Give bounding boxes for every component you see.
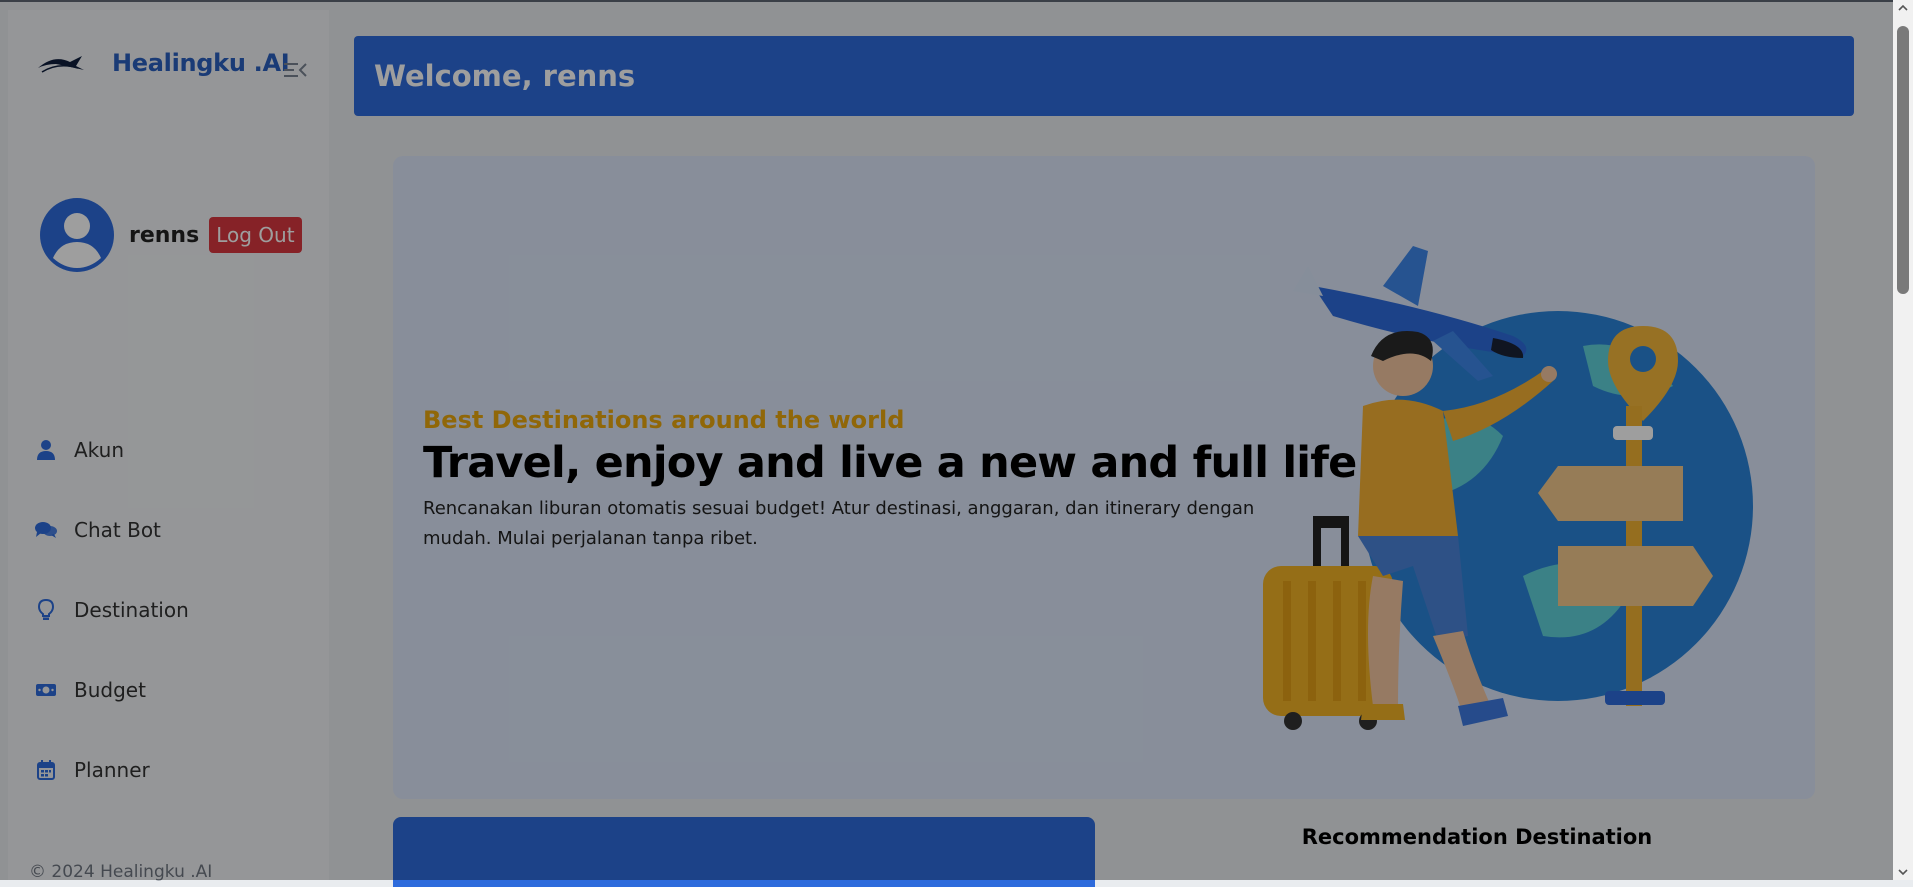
recommendation-title: Recommendation Destination [1301,825,1653,849]
sidebar-item-budget[interactable]: Budget [34,650,189,730]
money-icon [34,678,58,702]
hero-title: Travel, enjoy and live a new and full li… [423,438,1357,488]
main-content: Welcome, renns Best Destinations around … [329,10,1876,887]
sidebar: Healingku .AI renns Log Out Akun Chat Bo… [8,10,329,882]
scrollbar-thumb[interactable] [1897,26,1909,294]
destination-card[interactable] [393,817,1095,887]
calendar-icon [34,758,58,782]
sidebar-item-label: Akun [74,438,124,462]
sidebar-item-chat-bot[interactable]: Chat Bot [34,490,189,570]
brand-name: Healingku .AI [112,49,290,77]
sidebar-item-label: Chat Bot [74,518,161,542]
hero-subtitle: Best Destinations around the world [423,406,905,434]
window-edge [0,0,8,880]
sidebar-item-label: Budget [74,678,146,702]
welcome-text: Welcome, renns [374,59,636,93]
scroll-down-icon[interactable] [1898,867,1908,877]
brand-logo-icon [38,56,84,73]
avatar [40,198,114,272]
sidebar-item-akun[interactable]: Akun [34,410,189,490]
lightbulb-icon [34,598,58,622]
user-icon [34,438,58,462]
scrollbar[interactable] [1893,0,1913,880]
hero-card: Best Destinations around the world Trave… [393,156,1815,799]
sidebar-item-label: Planner [74,758,150,782]
hero-text: Best Destinations around the world Trave… [423,406,1357,554]
logout-button[interactable]: Log Out [209,217,302,253]
hero-description: Rencanakan liburan otomatis sesuai budge… [423,498,1255,549]
welcome-banner: Welcome, renns [354,36,1854,116]
sidebar-nav: Akun Chat Bot Destination Budget Planner [34,410,189,810]
user-profile: renns Log Out [40,198,302,272]
brand[interactable]: Healingku .AI [36,48,290,78]
window-top-border [0,0,1893,2]
traveler-illustration [1263,246,1753,730]
username: renns [129,222,200,248]
sidebar-item-destination[interactable]: Destination [34,570,189,650]
sidebar-toggle-icon[interactable] [282,60,308,80]
scroll-up-icon[interactable] [1898,3,1908,13]
footer-copyright: © 2024 Healingku .AI [29,862,213,882]
sidebar-item-label: Destination [74,598,189,622]
comments-icon [34,518,58,542]
sidebar-item-planner[interactable]: Planner [34,730,189,810]
